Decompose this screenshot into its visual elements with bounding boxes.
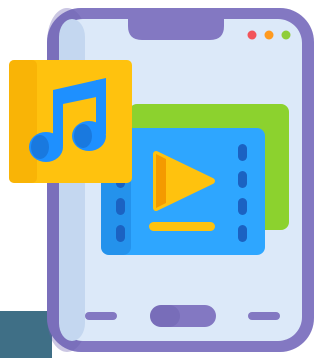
nav-bar-right[interactable] — [248, 312, 280, 320]
nav-home-pill-shade — [150, 305, 180, 327]
nav-bar-left[interactable] — [85, 312, 117, 320]
phone-notch — [128, 19, 224, 40]
status-dot-red — [247, 30, 257, 40]
status-dot-orange — [264, 30, 274, 40]
video-progress-bar[interactable] — [149, 222, 215, 231]
music-card — [9, 60, 132, 183]
status-dot-green — [281, 30, 291, 40]
music-card-shade — [9, 60, 37, 183]
media-phone-illustration — [9, 8, 314, 352]
